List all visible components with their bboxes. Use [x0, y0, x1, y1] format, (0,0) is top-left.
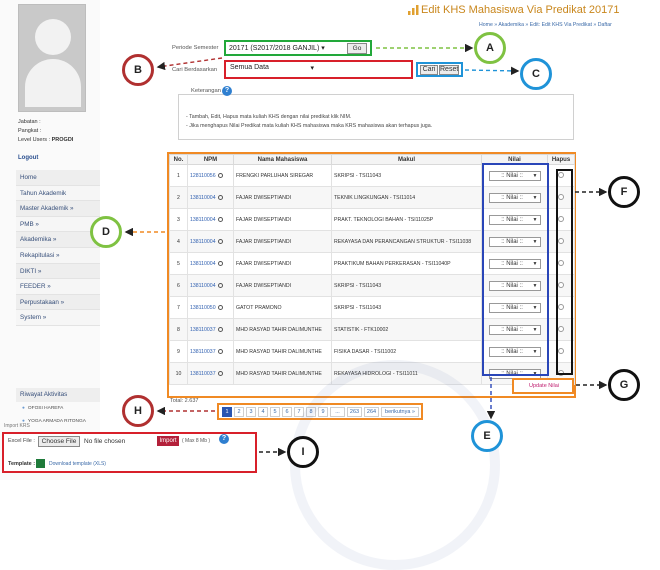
callout-g: G — [608, 369, 640, 401]
callout-a: A — [474, 32, 506, 64]
callout-d: D — [90, 216, 122, 248]
callout-h: H — [122, 395, 154, 427]
callout-i: I — [287, 436, 319, 468]
callout-c: C — [520, 58, 552, 90]
callout-f: F — [608, 176, 640, 208]
callout-b: B — [122, 54, 154, 86]
callout-e: E — [471, 420, 503, 452]
